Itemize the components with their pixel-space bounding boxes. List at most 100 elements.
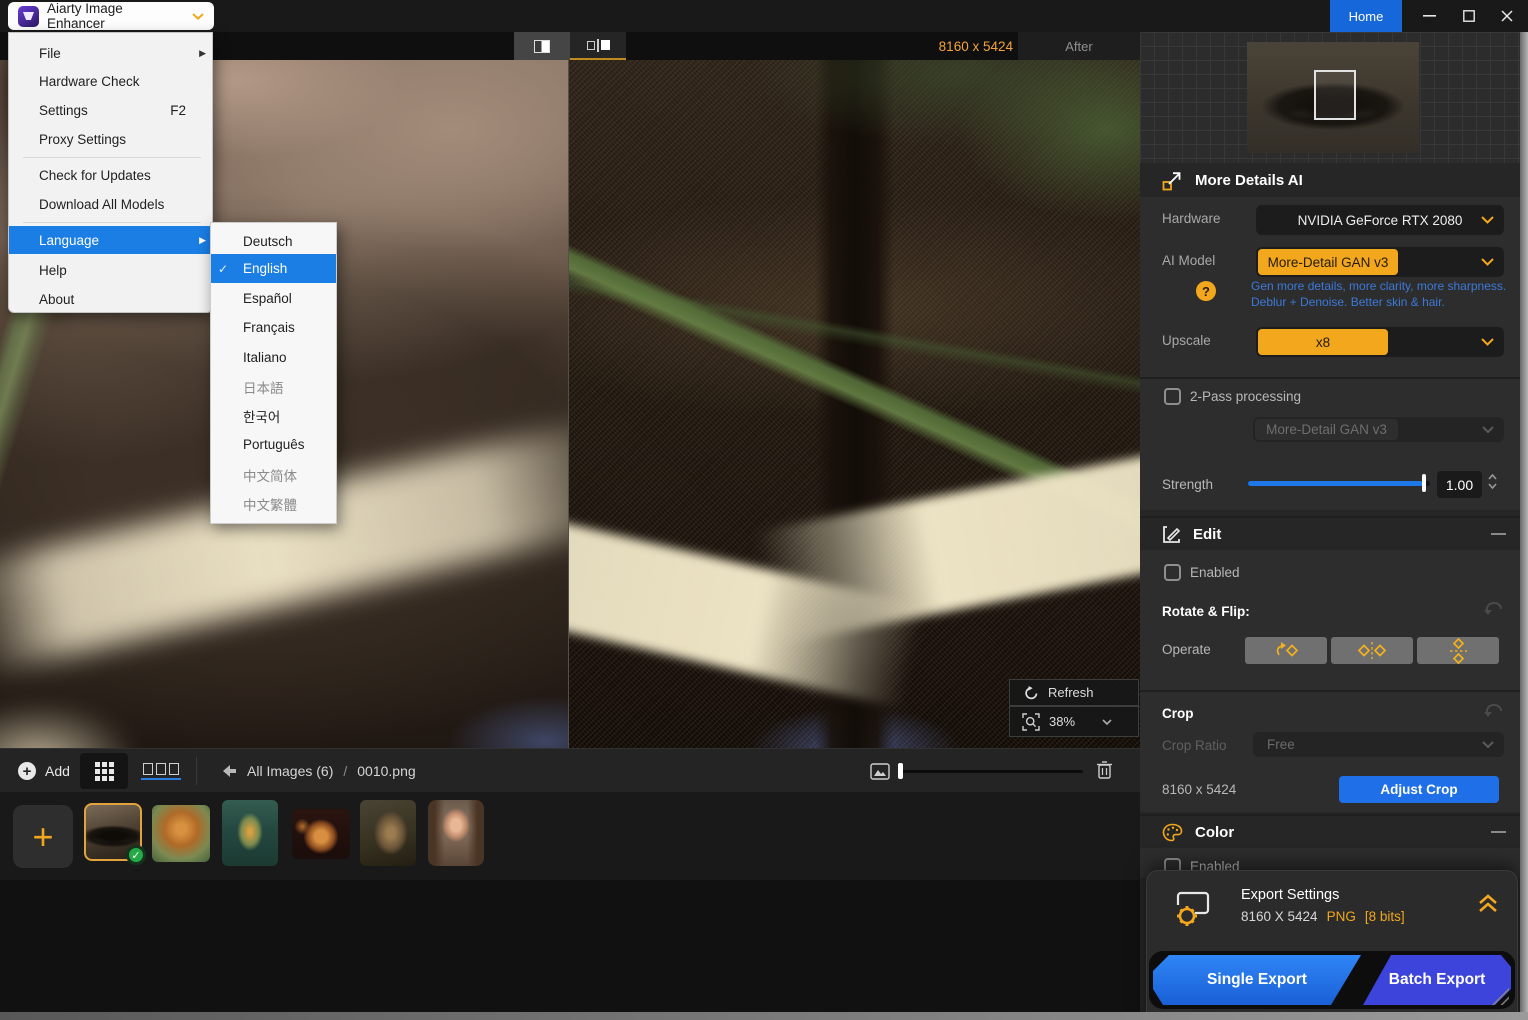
rotate-flip-undo-icon[interactable]	[1484, 600, 1504, 615]
menu-item-proxy-settings[interactable]: Proxy Settings	[9, 125, 214, 153]
bottom-toolbar: + Add All Images (6) / 0010.png	[0, 748, 1140, 792]
menu-item-about[interactable]: About	[9, 285, 214, 313]
collapse-color-icon[interactable]	[1491, 831, 1506, 833]
thumbnail-butterfly-selected[interactable]: ✓	[84, 803, 142, 861]
thumbnail-size-slider-handle[interactable]	[898, 763, 903, 779]
edit-divider	[1140, 690, 1520, 692]
ai-model-value: More-Detail GAN v3	[1258, 249, 1398, 275]
upscale-dropdown[interactable]: x8	[1256, 327, 1504, 357]
language-label: Français	[243, 320, 295, 335]
language-item-italiano[interactable]: Italiano	[211, 343, 336, 372]
breadcrumb: All Images (6) / 0010.png	[222, 749, 416, 793]
stepper-down-icon[interactable]	[1488, 483, 1497, 489]
menu-item-label: Settings	[39, 103, 88, 118]
filmstrip-view-button[interactable]	[136, 753, 186, 789]
language-label: 中文简体	[243, 465, 297, 485]
two-pass-checkbox[interactable]	[1164, 388, 1181, 405]
home-button[interactable]: Home	[1330, 0, 1402, 32]
menu-item-download-models[interactable]: Download All Models	[9, 190, 214, 218]
after-image	[568, 60, 1140, 748]
single-export-button[interactable]: Single Export	[1153, 955, 1361, 1005]
model-help-icon[interactable]: ?	[1196, 281, 1216, 301]
edit-body: Enabled Rotate & Flip: Operate	[1140, 550, 1520, 812]
language-item-espanol[interactable]: Español	[211, 284, 336, 313]
strength-slider-handle[interactable]	[1422, 474, 1426, 492]
grid-view-button[interactable]	[80, 753, 128, 789]
edit-icon	[1162, 525, 1181, 544]
rotate-flip-label: Rotate & Flip:	[1162, 604, 1250, 619]
edit-enabled-checkbox[interactable]	[1164, 564, 1181, 581]
breadcrumb-all-images[interactable]: All Images (6)	[247, 763, 333, 779]
crop-ratio-dropdown: Free	[1253, 732, 1504, 757]
menu-item-file[interactable]: File ▶	[9, 39, 214, 67]
language-item-japanese[interactable]: 日本語	[211, 372, 336, 401]
language-item-francais[interactable]: Français	[211, 313, 336, 342]
menu-item-check-updates[interactable]: Check for Updates	[9, 161, 214, 189]
language-item-english-selected[interactable]: ✓ English	[211, 254, 336, 283]
export-format: PNG	[1327, 909, 1356, 924]
crop-undo-icon[interactable]	[1484, 702, 1504, 717]
after-tab[interactable]: After	[1018, 32, 1140, 60]
hardware-dropdown[interactable]: NVIDIA GeForce RTX 2080	[1256, 205, 1504, 235]
flip-horizontal-button[interactable]	[1331, 637, 1413, 664]
collapse-export-icon[interactable]	[1477, 893, 1499, 915]
butterfly-cream-blob-before	[0, 700, 140, 748]
minimize-button[interactable]	[1412, 0, 1446, 32]
flip-vertical-button[interactable]	[1417, 637, 1499, 664]
crop-ratio-value: Free	[1267, 737, 1295, 752]
crop-ratio-label: Crop Ratio	[1162, 738, 1227, 753]
export-settings-icon[interactable]	[1171, 889, 1215, 929]
trash-icon[interactable]	[1096, 760, 1113, 780]
zoom-control[interactable]: 38%	[1009, 706, 1139, 737]
menu-item-help[interactable]: Help	[9, 256, 214, 284]
back-arrow-icon[interactable]	[222, 764, 237, 778]
language-item-korean[interactable]: 한국어	[211, 401, 336, 430]
window-edge-bottom[interactable]	[0, 1012, 1528, 1020]
menu-item-settings[interactable]: Settings F2	[9, 96, 214, 124]
thumbnail-burger[interactable]	[292, 809, 350, 859]
collapse-edit-icon[interactable]	[1491, 533, 1506, 535]
strength-slider[interactable]	[1248, 481, 1430, 486]
rotate-left-button[interactable]	[1245, 637, 1327, 664]
edit-section-header[interactable]: Edit	[1140, 516, 1520, 550]
thumbnail-dog[interactable]	[360, 800, 416, 866]
selected-check-icon: ✓	[218, 262, 228, 276]
split-view-icon	[534, 40, 550, 53]
split-compare-button[interactable]	[514, 32, 570, 60]
close-button[interactable]	[1490, 0, 1524, 32]
refresh-icon	[1024, 686, 1039, 700]
add-image-tile[interactable]: +	[13, 805, 73, 868]
language-item-chinese-traditional[interactable]: 中文繁體	[211, 489, 336, 518]
language-item-chinese-simplified[interactable]: 中文简体	[211, 460, 336, 489]
settings-panel: More Details AI Hardware NVIDIA GeForce …	[1140, 32, 1520, 1012]
chevron-down-icon	[1481, 338, 1494, 346]
refresh-button[interactable]: Refresh	[1009, 679, 1139, 706]
navigator-viewport-rect[interactable]	[1314, 70, 1356, 120]
language-item-portugues[interactable]: Português	[211, 430, 336, 459]
edit-enabled-label: Enabled	[1190, 565, 1240, 580]
add-image-button[interactable]: + Add	[10, 749, 78, 793]
app-menu-button[interactable]: Aiarty Image Enhancer	[8, 2, 214, 30]
active-view-underline	[141, 778, 181, 780]
strength-stepper[interactable]	[1488, 474, 1497, 489]
batch-export-button[interactable]: Batch Export	[1363, 955, 1511, 1005]
menu-item-label: Download All Models	[39, 197, 164, 212]
stepper-up-icon[interactable]	[1488, 474, 1497, 480]
app-title: Aiarty Image Enhancer	[47, 1, 184, 31]
color-section-header[interactable]: Color	[1140, 814, 1520, 848]
adjust-crop-button[interactable]: Adjust Crop	[1339, 776, 1499, 803]
window-edge-right[interactable]	[1520, 32, 1528, 1020]
thumbnail-portrait[interactable]	[428, 800, 484, 866]
side-by-side-compare-button[interactable]	[570, 32, 626, 60]
chevron-down-icon	[1481, 258, 1494, 266]
thumbnail-tiger[interactable]	[152, 805, 210, 862]
menu-item-language[interactable]: Language ▶	[9, 226, 214, 254]
language-item-deutsch[interactable]: Deutsch	[211, 227, 336, 256]
menu-separator	[23, 157, 201, 158]
thumbnail-terrarium[interactable]	[222, 800, 278, 866]
menu-item-hardware-check[interactable]: Hardware Check	[9, 67, 214, 95]
thumbnail-size-slider[interactable]	[900, 770, 1083, 773]
ai-model-dropdown[interactable]: More-Detail GAN v3	[1256, 247, 1504, 277]
maximize-button[interactable]	[1452, 0, 1486, 32]
chevron-down-icon	[192, 13, 204, 20]
